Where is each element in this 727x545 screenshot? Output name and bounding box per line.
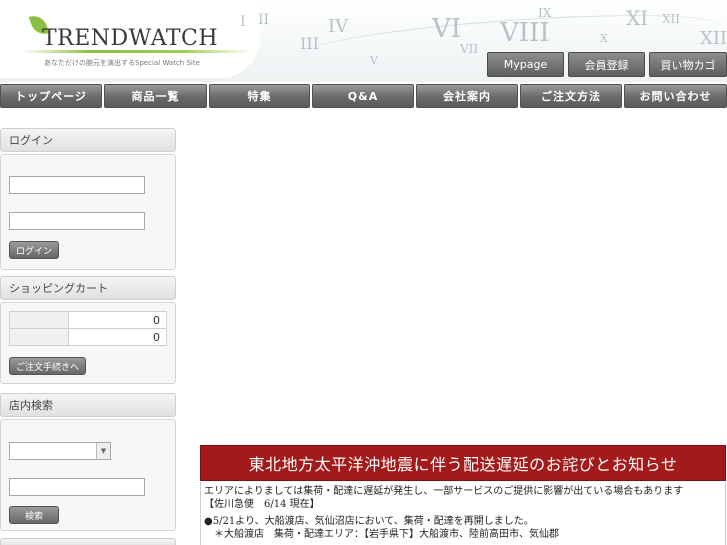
nav-item-company[interactable]: 会社案内: [416, 84, 518, 108]
cart-box: 0 0 ご注文手続きへ: [0, 302, 176, 384]
clock-numeral: V: [370, 54, 378, 67]
clock-numeral: II: [258, 12, 270, 28]
site-tagline: あなただけの腕元を演出するSpecial Watch Site: [44, 59, 200, 67]
clock-numeral: III: [300, 34, 319, 53]
table-row: 0: [9, 328, 167, 346]
notice-line: ●5/21より、大船渡店、気仙沼店において、集荷・配達を再開しました。: [204, 516, 534, 527]
register-button[interactable]: 会員登録: [568, 52, 645, 77]
search-input[interactable]: [9, 478, 145, 496]
clock-numeral: I: [240, 14, 246, 30]
notice-line: ＊大船渡店 集荷・配達エリア：【岩手県下】大船渡市、陸前高田市、気仙郡: [204, 529, 559, 540]
search-heading: 店内検索: [0, 393, 176, 417]
login-heading: ログイン: [0, 128, 176, 152]
cart-row-label: [9, 311, 69, 329]
category-select[interactable]: ▼: [9, 442, 111, 460]
notice-line: エリアによりましては集荷・配達に遅延が発生し、一部サービスのご提供に影響が出てい…: [204, 486, 684, 497]
notice-body: エリアによりましては集荷・配達に遅延が発生し、一部サービスのご提供に影響が出てい…: [200, 482, 726, 545]
clock-numeral: VIII: [500, 18, 550, 48]
clock-numeral: XI: [626, 6, 649, 30]
nav-item-order-guide[interactable]: ご注文方法: [520, 84, 622, 108]
site-header: TRENDWATCH あなただけの腕元を演出するSpecial Watch Si…: [0, 0, 727, 82]
search-box: ▼ 検索: [0, 419, 176, 531]
chevron-down-icon[interactable]: ▼: [96, 443, 110, 459]
cart-button[interactable]: 買い物カゴ: [649, 52, 727, 77]
next-sidebar-heading: [0, 538, 176, 545]
nav-item-features[interactable]: 特集: [209, 84, 310, 108]
login-box: ログイン: [0, 154, 176, 270]
cart-summary-table: 0 0: [9, 311, 167, 346]
nav-item-qa[interactable]: Q&A: [312, 84, 414, 108]
nav-item-products[interactable]: 商品一覧: [104, 84, 207, 108]
earthquake-notice: 東北地方太平洋沖地震に伴う配送遅延のお詫びとお知らせ エリアによりましては集荷・…: [200, 445, 727, 545]
clock-numeral: IX: [538, 6, 552, 20]
table-row: 0: [9, 311, 167, 329]
cart-row-value: 0: [68, 311, 167, 329]
logo-swoosh: [22, 50, 252, 53]
cart-row-value: 0: [68, 328, 167, 346]
login-id-field[interactable]: [9, 176, 145, 194]
clock-numeral: XII: [700, 28, 727, 49]
nav-item-contact[interactable]: お問い合わせ: [624, 84, 727, 108]
cart-row-label: [9, 328, 69, 346]
clock-numeral: VI: [432, 14, 462, 44]
clock-numeral: IV: [328, 16, 349, 37]
nav-item-top[interactable]: トップページ: [0, 84, 102, 108]
clock-numeral: X: [600, 32, 608, 45]
mypage-button[interactable]: Mypage: [487, 52, 564, 77]
clock-numeral: XII: [662, 12, 681, 26]
login-button[interactable]: ログイン: [9, 241, 60, 259]
notice-title: 東北地方太平洋沖地震に伴う配送遅延のお詫びとお知らせ: [200, 445, 726, 481]
login-password-field[interactable]: [9, 212, 145, 230]
search-button[interactable]: 検索: [9, 506, 59, 524]
notice-line: 【佐川急便 6/14 現在】: [204, 499, 320, 510]
cart-heading: ショッピングカート: [0, 276, 176, 300]
checkout-button[interactable]: ご注文手続きへ: [9, 357, 87, 375]
global-nav: トップページ 商品一覧 特集 Q&A 会社案内 ご注文方法 お問い合わせ: [0, 84, 727, 109]
site-logo[interactable]: TRENDWATCH: [42, 26, 218, 51]
clock-numeral: VII: [460, 42, 479, 56]
